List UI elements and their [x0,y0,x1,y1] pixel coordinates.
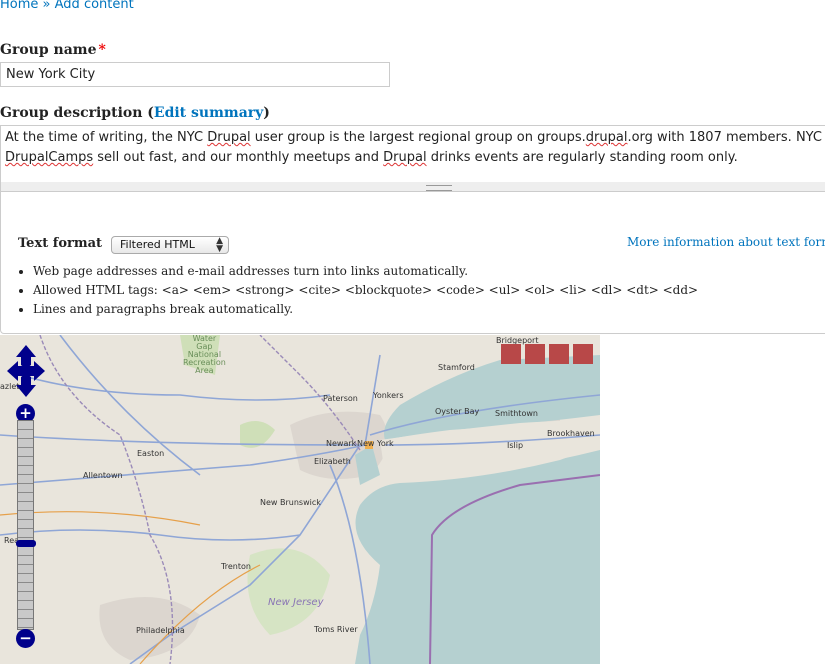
map-view[interactable]: Bridgeport Stamford Paterson Yonkers Oys… [0,335,600,664]
misspelled-word: Drupal [207,130,251,145]
map-label-yonkers: Yonkers [373,391,404,400]
grip-lines [426,185,452,191]
misspelled-word: drupal [585,130,628,145]
map-label-new-jersey: New Jersey [268,597,324,608]
map-label-easton: Easton [137,449,165,458]
breadcrumb: Home » Add content [0,0,134,12]
map-label-toms-river: Toms River [314,625,358,634]
text-format-label: Text format [18,236,103,251]
text-format-select[interactable]: Filtered HTML ▲ ▼ [111,236,229,254]
misspelled-word: Drupal [383,150,427,165]
layer-switcher-button[interactable] [525,344,545,364]
textarea-resize-grip[interactable] [0,182,825,192]
paren-open: ( [147,105,154,121]
description-line-1: At the time of writing, the NYC Drupal u… [5,130,822,145]
description-line-2: DrupalCamps sell out fast, and our month… [5,150,738,165]
map-label-oyster-bay: Oyster Bay [435,407,480,416]
map-label-brookhaven: Brookhaven [547,429,595,438]
more-info-text-formats-link[interactable]: More information about text formats [627,235,825,249]
zoom-out-button[interactable]: − [16,629,35,648]
map-label-stamford: Stamford [438,363,475,372]
text-format-tips: Web page addresses and e-mail addresses … [16,262,698,319]
map-label-smithtown: Smithtown [495,409,538,418]
pan-arrows-icon[interactable] [7,345,45,397]
select-arrows-icon: ▲ ▼ [216,236,223,254]
layer-switcher-button[interactable] [573,344,593,364]
map-label-new-york: New York [357,439,394,448]
map-label-philadelphia: Philadelphia [136,626,185,635]
map-label-new-brunswick: New Brunswick [260,498,321,507]
group-name-label: Group name * [0,42,106,58]
layer-switcher-button[interactable] [501,344,521,364]
group-description-textarea[interactable]: At the time of writing, the NYC Drupal u… [0,125,825,183]
map-label-trenton: Trenton [221,562,251,571]
map-label-elizabeth: Elizabeth [314,457,351,466]
tip-item: Lines and paragraphs break automatically… [33,300,698,319]
zoom-slider-handle[interactable] [16,540,36,547]
text-format-selected: Filtered HTML [120,238,195,251]
map-label-paterson: Paterson [323,394,358,403]
map-label-islip: Islip [507,441,524,450]
map-label-newark: Newark [326,439,357,448]
group-description-label-text: Group description [0,105,143,121]
breadcrumb-current-link[interactable]: Add content [55,0,134,12]
map-label-allentown: Allentown [83,471,123,480]
misspelled-word: DrupalCamps [5,150,94,165]
breadcrumb-home-link[interactable]: Home [0,0,38,12]
map-label-water-gap: Water Gap National Recreation Area [183,335,226,375]
tip-item: Web page addresses and e-mail addresses … [33,262,698,281]
group-description-label: Group description (Edit summary) [0,105,270,121]
group-name-input[interactable] [0,62,390,87]
tip-item: Allowed HTML tags: <a> <em> <strong> <ci… [33,281,698,300]
layer-switcher-button[interactable] [549,344,569,364]
required-marker: * [98,42,106,58]
group-name-label-text: Group name [0,42,97,58]
paren-close: ) [263,105,270,121]
edit-summary-link[interactable]: Edit summary [154,105,263,121]
zoom-slider[interactable] [17,420,34,630]
breadcrumb-separator: » [42,0,51,12]
